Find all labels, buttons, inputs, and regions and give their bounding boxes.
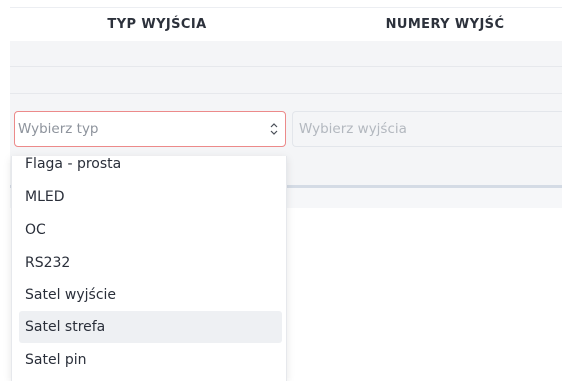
output-type-placeholder: Wybierz typ [18, 121, 99, 137]
dropdown-option-rs232[interactable]: RS232 [19, 247, 282, 279]
column-header-output-type: TYP WYJŚCIA [107, 17, 207, 32]
table-row [10, 67, 562, 94]
dropdown-option-oc[interactable]: OC [19, 214, 282, 246]
output-config-panel: TYP WYJŚCIA NUMERY WYJŚĆ Wybierz typ Wyb… [0, 0, 562, 381]
column-header-output-numbers: NUMERY WYJŚĆ [385, 17, 505, 32]
output-numbers-placeholder: Wybierz wyjścia [299, 121, 407, 137]
table-header: TYP WYJŚCIA NUMERY WYJŚĆ [10, 7, 562, 42]
output-numbers-select[interactable]: Wybierz wyjścia [292, 111, 562, 147]
dropdown-option-flaga-prosta[interactable]: Flaga - prosta [19, 156, 282, 180]
dropdown-option-mled[interactable]: MLED [19, 181, 282, 213]
output-type-select[interactable]: Wybierz typ [14, 111, 286, 147]
dropdown-option-satel-wyjscie[interactable]: Satel wyjście [19, 279, 282, 311]
output-type-dropdown: Flaga - prosta MLED OC RS232 Satel wyjśc… [11, 156, 287, 381]
dropdown-option-satel-strefa[interactable]: Satel strefa [19, 311, 282, 343]
chevron-updown-icon [270, 123, 278, 135]
table-row [10, 41, 562, 67]
dropdown-option-satel-pin[interactable]: Satel pin [19, 344, 282, 376]
